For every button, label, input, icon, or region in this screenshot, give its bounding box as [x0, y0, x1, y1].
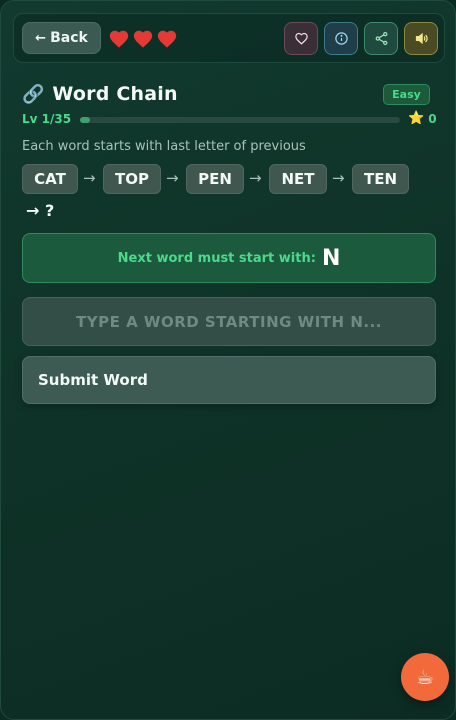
- share-icon: [375, 31, 387, 46]
- game-frame: ← Back 🔗 Word Chain Easy Lv 1/35 ⭐ 0 Eac…: [0, 0, 456, 720]
- info-icon: [334, 32, 348, 45]
- stars-count: 0: [428, 111, 437, 126]
- star-icon: ⭐: [408, 111, 425, 126]
- sound-icon: [415, 32, 428, 45]
- title-row: 🔗 Word Chain: [22, 83, 178, 105]
- chain-word: PEN: [186, 164, 244, 194]
- lives-hearts: [108, 28, 178, 50]
- word-input[interactable]: [22, 297, 436, 346]
- next-letter-hint: Next word must start with: N: [22, 233, 436, 283]
- chain-word: NET: [269, 164, 327, 194]
- chain-next-placeholder: → ?: [26, 201, 55, 220]
- info-button[interactable]: [324, 22, 358, 55]
- back-arrow-icon: ←: [35, 30, 47, 46]
- level-progress-bar: [80, 117, 400, 123]
- heart-outline-icon: [294, 32, 308, 45]
- level-label: Lv 1/35: [22, 112, 72, 126]
- heart-icon: [157, 30, 177, 48]
- share-button[interactable]: [364, 22, 398, 55]
- chain-word: TOP: [103, 164, 161, 194]
- back-button[interactable]: ← Back: [22, 22, 101, 54]
- chain-word: TEN: [352, 164, 409, 194]
- hint-label: Next word must start with:: [117, 250, 316, 266]
- difficulty-badge: Easy: [383, 84, 430, 105]
- link-icon: 🔗: [22, 83, 45, 105]
- heart-icon: [109, 30, 129, 48]
- chain-word: CAT: [22, 164, 78, 194]
- top-bar: ← Back: [13, 13, 445, 63]
- page-title: Word Chain: [52, 83, 178, 105]
- sound-button[interactable]: [404, 22, 438, 55]
- heart-icon: [133, 30, 153, 48]
- favorite-button[interactable]: [284, 22, 318, 55]
- coffee-icon: ☕: [416, 665, 434, 689]
- stars-score: ⭐ 0: [408, 111, 437, 126]
- chain-arrow: →: [166, 169, 179, 187]
- chain-arrow: →: [249, 169, 262, 187]
- level-progress-fill: [80, 117, 90, 123]
- coffee-button[interactable]: ☕: [401, 653, 449, 701]
- back-button-label: Back: [50, 30, 88, 46]
- chain-arrow: →: [83, 169, 96, 187]
- instructions-text: Each word starts with last letter of pre…: [22, 139, 306, 154]
- submit-word-button[interactable]: Submit Word: [22, 356, 436, 404]
- hint-letter: N: [321, 245, 341, 271]
- chain-arrow: →: [332, 169, 345, 187]
